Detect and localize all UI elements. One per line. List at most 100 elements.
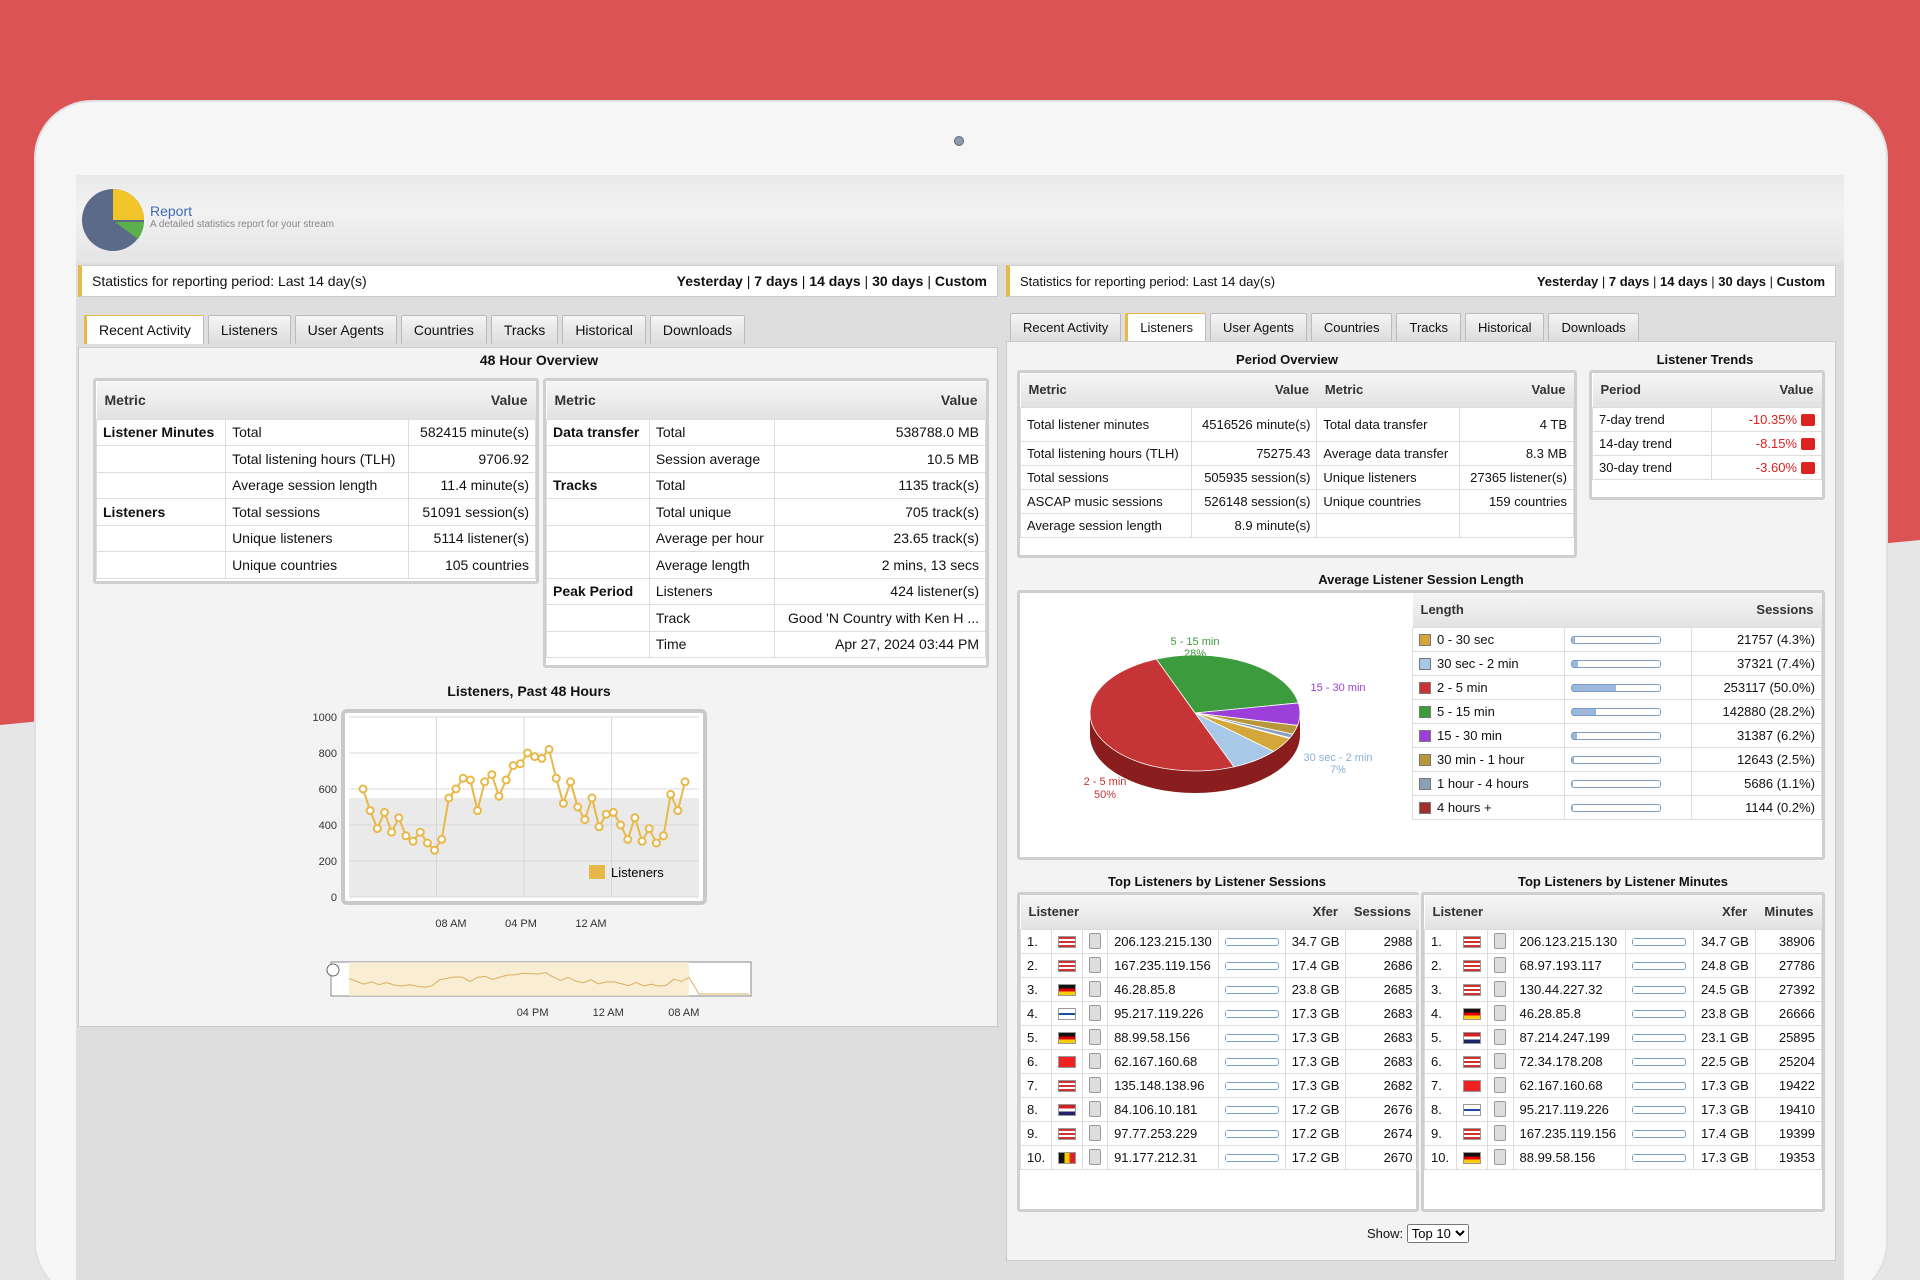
data-point[interactable] [630,813,640,823]
data-point[interactable] [537,753,547,763]
data-point[interactable] [659,831,669,841]
table-row[interactable]: 1. 206.123.215.130 34.7 GB 38906 [1424,928,1823,954]
data-point[interactable] [587,793,597,803]
tab-historical[interactable]: Historical [562,315,646,344]
table-row[interactable]: 3. 46.28.85.8 23.8 GB 2685 [1019,976,1420,1002]
data-point[interactable] [437,834,447,844]
data-point[interactable] [544,744,554,754]
data-point[interactable] [566,777,576,787]
count-value: 25204 [1754,1048,1823,1074]
link-30-days[interactable]: 30 days [872,273,923,289]
data-point[interactable] [644,824,654,834]
data-point[interactable] [408,836,418,846]
period-overview-title: Period Overview [1236,352,1338,367]
tab-user-agents[interactable]: User Agents [294,315,397,344]
data-point[interactable] [608,807,618,817]
data-point[interactable] [394,813,404,823]
data-point[interactable] [465,775,475,785]
link-yesterday[interactable]: Yesterday [1537,274,1598,289]
data-point[interactable] [444,793,454,803]
show-select[interactable]: Top 10 [1406,1224,1469,1243]
col-listener: Listener [1020,895,1219,929]
tab-historical[interactable]: Historical [1465,313,1545,341]
data-point[interactable] [666,789,676,799]
data-point[interactable] [530,752,540,762]
table-row[interactable]: 7. 135.148.138.96 17.3 GB 2682 [1019,1072,1420,1098]
link-7-days[interactable]: 7 days [1609,274,1649,289]
data-point[interactable] [430,845,440,855]
data-point[interactable] [508,761,518,771]
zoom-handle-icon[interactable] [326,963,340,977]
data-point[interactable] [601,809,611,819]
table-row[interactable]: 2. 68.97.193.117 24.8 GB 27786 [1424,952,1823,978]
tab-tracks[interactable]: Tracks [490,315,559,344]
data-point[interactable] [673,806,683,816]
table-row[interactable]: 8. 84.106.10.181 17.2 GB 2676 [1019,1096,1420,1122]
data-point[interactable] [551,773,561,783]
data-point[interactable] [623,834,633,844]
xfer-bar-cell [1624,1024,1695,1050]
table-row[interactable]: 6. 62.167.160.68 17.3 GB 2683 [1019,1048,1420,1074]
data-point[interactable] [451,784,461,794]
tab-listeners[interactable]: Listeners [207,315,291,344]
tab-listeners[interactable]: Listeners [1125,313,1207,341]
data-point[interactable] [523,748,533,758]
data-point[interactable] [616,820,626,830]
data-point[interactable] [422,838,432,848]
data-point[interactable] [515,759,525,769]
data-point[interactable] [594,822,604,832]
link-30-days[interactable]: 30 days [1718,274,1766,289]
data-point[interactable] [358,784,368,794]
data-point[interactable] [580,815,590,825]
data-point[interactable] [372,824,382,834]
data-point[interactable] [387,827,397,837]
link-14-days[interactable]: 14 days [809,273,860,289]
data-point[interactable] [501,775,511,785]
data-point[interactable] [573,802,583,812]
tab-recent-activity[interactable]: Recent Activity [1010,313,1122,341]
tab-recent-activity[interactable]: Recent Activity [84,315,204,344]
tab-tracks[interactable]: Tracks [1396,313,1462,341]
navigator-selection[interactable] [349,962,689,996]
tab-downloads[interactable]: Downloads [649,315,746,344]
tab-countries[interactable]: Countries [1310,313,1393,341]
table-row[interactable]: 5. 87.214.247.199 23.1 GB 25895 [1424,1024,1823,1050]
link-custom[interactable]: Custom [935,273,987,289]
data-point[interactable] [458,773,468,783]
time-navigator[interactable]: 04 PM 12 AM 08 AM [319,958,759,1023]
data-point[interactable] [651,838,661,848]
table-row[interactable]: 8. 95.217.119.226 17.3 GB 19410 [1424,1096,1823,1122]
link-yesterday[interactable]: Yesterday [677,273,743,289]
table-row[interactable]: 5. 88.99.58.156 17.3 GB 2683 [1019,1024,1420,1050]
data-point[interactable] [472,806,482,816]
link-14-days[interactable]: 14 days [1660,274,1708,289]
table-row[interactable]: 7. 62.167.160.68 17.3 GB 19422 [1424,1072,1823,1098]
table-row[interactable]: 10. 91.177.212.31 17.2 GB 2670 [1019,1144,1420,1170]
rank: 10. [1019,1144,1053,1170]
table-row[interactable]: 6. 72.34.178.208 22.5 GB 25204 [1424,1048,1823,1074]
tab-countries[interactable]: Countries [400,315,487,344]
tab-downloads[interactable]: Downloads [1548,313,1639,341]
table-row[interactable]: 10. 88.99.58.156 17.3 GB 19353 [1424,1144,1823,1170]
data-point[interactable] [415,827,425,837]
data-point[interactable] [365,806,375,816]
tab-user-agents[interactable]: User Agents [1210,313,1307,341]
table-row[interactable]: 2. 167.235.119.156 17.4 GB 2686 [1019,952,1420,978]
screen: Report A detailed statistics report for … [76,175,1844,1280]
data-point[interactable] [401,831,411,841]
data-point[interactable] [494,791,504,801]
data-point[interactable] [558,798,568,808]
data-point[interactable] [637,836,647,846]
data-point[interactable] [379,807,389,817]
link-7-days[interactable]: 7 days [754,273,798,289]
table-row[interactable]: 4. 46.28.85.8 23.8 GB 26666 [1424,1000,1823,1026]
table-row[interactable]: 3. 130.44.227.32 24.5 GB 27392 [1424,976,1823,1002]
table-row[interactable]: 4. 95.217.119.226 17.3 GB 2683 [1019,1000,1420,1026]
table-row[interactable]: 9. 97.77.253.229 17.2 GB 2674 [1019,1120,1420,1146]
table-row[interactable]: 1. 206.123.215.130 34.7 GB 2988 [1019,928,1420,954]
data-point[interactable] [480,777,490,787]
table-row[interactable]: 9. 167.235.119.156 17.4 GB 19399 [1424,1120,1823,1146]
link-custom[interactable]: Custom [1777,274,1825,289]
data-point[interactable] [680,777,690,787]
data-point[interactable] [487,770,497,780]
